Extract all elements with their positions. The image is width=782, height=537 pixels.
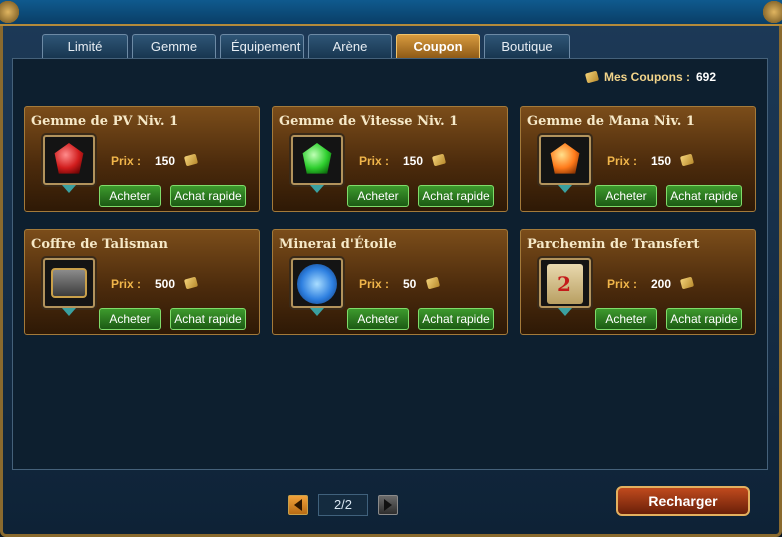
item-name: Minerai d'Étoile	[279, 237, 397, 252]
buy-button[interactable]: Acheter	[99, 308, 161, 330]
transfer-scroll-icon: 2	[547, 264, 583, 304]
buy-button[interactable]: Acheter	[99, 185, 161, 207]
recharge-button[interactable]: Recharger	[616, 486, 750, 516]
tab-coupon[interactable]: Coupon	[396, 34, 480, 58]
arrow-right-icon	[384, 499, 392, 511]
shop-tabs: Limité Gemme Équipement Arène Coupon Bou…	[42, 34, 570, 77]
price-label: Prix :	[607, 154, 638, 168]
item-slot[interactable]: 2	[539, 258, 591, 308]
ornament-left-icon	[0, 0, 22, 24]
price-label: Prix :	[607, 277, 638, 291]
buy-button[interactable]: Acheter	[595, 185, 657, 207]
green-gem-icon	[302, 143, 332, 174]
item-slot[interactable]	[291, 258, 343, 308]
quick-buy-button[interactable]: Achat rapide	[170, 308, 246, 330]
item-price: 500	[155, 277, 176, 291]
buy-button[interactable]: Acheter	[347, 185, 409, 207]
shop-item-card: Gemme de PV Niv. 1 Prix : 150 Acheter Ac…	[24, 106, 260, 212]
item-name: Coffre de Talisman	[31, 237, 168, 252]
coupon-value: 692	[695, 70, 716, 84]
item-slot[interactable]	[43, 135, 95, 185]
item-slot[interactable]	[539, 135, 591, 185]
ornament-right-icon	[760, 0, 782, 24]
tab-gemme[interactable]: Gemme	[132, 34, 216, 58]
item-price: 150	[651, 154, 672, 168]
quick-buy-button[interactable]: Achat rapide	[666, 308, 742, 330]
item-price: 150	[403, 154, 424, 168]
next-page-button[interactable]	[378, 495, 398, 515]
pagination: 2/2	[288, 494, 398, 516]
item-name: Gemme de Mana Niv. 1	[527, 114, 695, 129]
quick-buy-button[interactable]: Achat rapide	[418, 185, 494, 207]
price-label: Prix :	[359, 277, 390, 291]
page-indicator: 2/2	[318, 494, 368, 516]
coupon-scroll-icon	[584, 70, 600, 84]
coupon-scroll-icon	[183, 153, 199, 167]
chest-icon	[51, 268, 87, 298]
quick-buy-button[interactable]: Achat rapide	[666, 185, 742, 207]
item-price: 50	[403, 277, 417, 291]
price-label: Prix :	[111, 154, 142, 168]
item-slot[interactable]	[43, 258, 95, 308]
item-price: 150	[155, 154, 176, 168]
shop-item-card: Parchemin de Transfert 2 Prix : 200 Ache…	[520, 229, 756, 335]
tab-equipement[interactable]: Équipement	[220, 34, 304, 58]
orange-gem-icon	[550, 143, 580, 174]
coupon-label: Mes Coupons :	[603, 70, 690, 84]
item-price: 200	[651, 277, 672, 291]
quick-buy-button[interactable]: Achat rapide	[418, 308, 494, 330]
coupon-scroll-icon	[679, 276, 695, 290]
coupon-scroll-icon	[679, 153, 695, 167]
window-top-bar	[0, 0, 782, 26]
shop-item-card: Gemme de Mana Niv. 1 Prix : 150 Acheter …	[520, 106, 756, 212]
red-gem-icon	[54, 143, 84, 174]
star-ore-icon	[297, 264, 337, 304]
tab-limite[interactable]: Limité	[42, 34, 128, 58]
price-label: Prix :	[359, 154, 390, 168]
tab-arene[interactable]: Arène	[308, 34, 392, 58]
quick-buy-button[interactable]: Achat rapide	[170, 185, 246, 207]
item-slot[interactable]	[291, 135, 343, 185]
coupon-scroll-icon	[183, 276, 199, 290]
coupon-scroll-icon	[431, 153, 447, 167]
item-name: Parchemin de Transfert	[527, 237, 700, 252]
tab-boutique-elite[interactable]: Boutique Élite	[484, 34, 570, 77]
buy-button[interactable]: Acheter	[347, 308, 409, 330]
shop-item-card: Minerai d'Étoile Prix : 50 Acheter Achat…	[272, 229, 508, 335]
item-name: Gemme de Vitesse Niv. 1	[279, 114, 459, 129]
arrow-left-icon	[294, 499, 302, 511]
prev-page-button[interactable]	[288, 495, 308, 515]
coupon-scroll-icon	[425, 276, 441, 290]
shop-item-card: Gemme de Vitesse Niv. 1 Prix : 150 Achet…	[272, 106, 508, 212]
price-label: Prix :	[111, 277, 142, 291]
shop-item-card: Coffre de Talisman Prix : 500 Acheter Ac…	[24, 229, 260, 335]
coupon-balance: Mes Coupons : 692	[584, 70, 716, 84]
buy-button[interactable]: Acheter	[595, 308, 657, 330]
item-name: Gemme de PV Niv. 1	[31, 114, 179, 129]
